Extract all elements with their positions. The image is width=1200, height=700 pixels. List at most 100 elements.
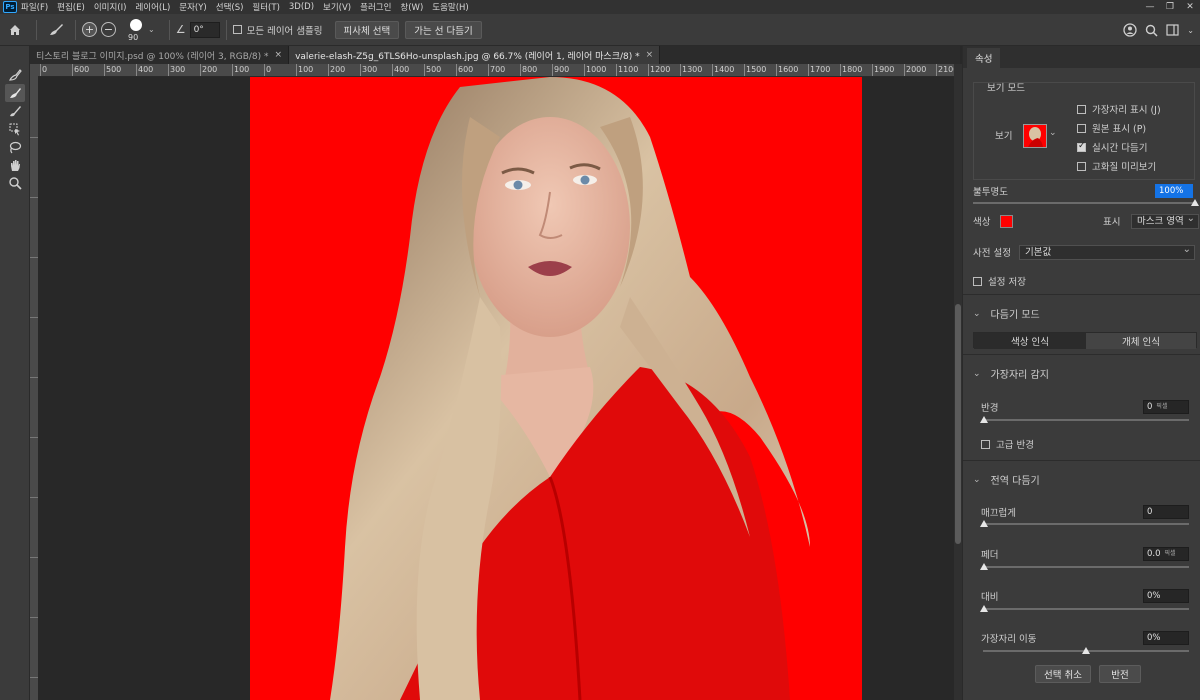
menu-view[interactable]: 보기(V) [323, 1, 351, 13]
ruler-label: 900 [554, 65, 570, 74]
minimize-button[interactable]: — [1140, 0, 1160, 14]
ruler-tick [808, 64, 809, 76]
show-original-checkbox[interactable] [1077, 123, 1086, 133]
color-aware-option[interactable]: 색상 인식 [974, 333, 1086, 349]
document-image[interactable] [250, 77, 862, 700]
object-aware-option[interactable]: 개체 인식 [1085, 333, 1196, 349]
tab-blog-image-psd[interactable]: 티스토리 블로그 이미지.psd @ 100% (레이어 3, RGB/8) *… [30, 46, 290, 64]
contrast-input[interactable]: 0% [1143, 589, 1189, 603]
canvas-scrollbar[interactable] [954, 64, 962, 700]
preset-dropdown[interactable]: 기본값 [1019, 243, 1195, 260]
menu-window[interactable]: 창(W) [400, 1, 423, 13]
ruler-tick [136, 64, 137, 76]
tab-properties[interactable]: 속성 [967, 48, 1001, 68]
smart-radius-checkbox[interactable] [981, 439, 990, 449]
realtime-refine-checkbox[interactable] [1077, 141, 1086, 152]
menu-edit[interactable]: 편집(E) [57, 1, 85, 13]
menu-filter[interactable]: 필터(T) [252, 1, 279, 13]
select-subject-button[interactable]: 피사체 선택 [334, 20, 400, 39]
refine-mode-header[interactable]: ⌄ 다듬기 모드 [973, 306, 1040, 322]
feather-slider-thumb[interactable] [980, 563, 988, 570]
realtime-refine-label: 실시간 다듬기 [1092, 143, 1148, 154]
hand-tool-icon[interactable] [5, 156, 25, 174]
radius-slider[interactable] [983, 419, 1189, 421]
ruler-tick [680, 64, 681, 76]
tab-unsplash-jpg[interactable]: valerie-elash-Z5g_6TLS6Ho-unsplash.jpg @… [289, 46, 661, 64]
ruler-tick [200, 64, 201, 76]
home-icon[interactable] [0, 14, 30, 46]
account-icon[interactable] [1123, 23, 1137, 37]
ruler-tick [264, 64, 265, 76]
invert-button[interactable]: 반전 [1099, 665, 1141, 683]
radius-slider-thumb[interactable] [980, 416, 988, 423]
save-settings-checkbox[interactable] [973, 276, 982, 286]
view-mode-thumbnail[interactable] [1023, 124, 1047, 148]
refine-edge-brush-icon[interactable] [43, 22, 69, 38]
menu-help[interactable]: 도움말(H) [432, 1, 468, 13]
tab-close-icon[interactable]: × [646, 50, 654, 60]
smooth-slider[interactable] [983, 523, 1189, 525]
search-icon[interactable] [1145, 24, 1158, 37]
opacity-slider[interactable] [973, 202, 1195, 204]
contrast-slider-thumb[interactable] [980, 605, 988, 612]
add-to-selection-icon[interactable]: + [82, 22, 97, 37]
ruler-label: 1900 [874, 65, 895, 74]
sample-all-layers-checkbox[interactable] [232, 25, 242, 34]
menu-image[interactable]: 이미지(I) [94, 1, 127, 13]
ruler-tick [584, 64, 585, 76]
menu-plugins[interactable]: 플러그인 [360, 1, 391, 13]
shift-edge-slider-thumb[interactable] [1082, 647, 1090, 654]
contrast-slider[interactable] [983, 608, 1189, 610]
workspace-chevron-icon[interactable]: ⌄ [1187, 26, 1194, 35]
menu-type[interactable]: 문자(Y) [179, 1, 206, 13]
document-tabs: 티스토리 블로그 이미지.psd @ 100% (레이어 3, RGB/8) *… [30, 46, 960, 64]
feather-value: 0.0 [1147, 549, 1161, 559]
hq-preview-checkbox[interactable] [1077, 161, 1086, 171]
edge-detection-header[interactable]: ⌄ 가장자리 감지 [973, 366, 1049, 382]
ruler-tick [936, 64, 937, 76]
brush-size-value: 90 [128, 32, 139, 42]
ruler-label: 800 [522, 65, 538, 74]
view-label: 보기 [995, 131, 1013, 142]
brush-tool-icon[interactable] [5, 102, 25, 120]
ruler-label: 1600 [778, 65, 799, 74]
close-button[interactable]: ✕ [1180, 0, 1200, 14]
feather-input[interactable]: 0.0 픽셀 [1143, 547, 1189, 561]
ruler-tick [168, 64, 169, 76]
radius-input[interactable]: 0 픽셀 [1143, 400, 1189, 414]
show-edge-checkbox[interactable] [1077, 104, 1086, 114]
view-mode-chevron-icon[interactable]: ⌄ [1049, 128, 1057, 138]
ruler-tick [296, 64, 297, 76]
opacity-input[interactable]: 100% [1155, 184, 1193, 198]
canvas-area[interactable] [38, 77, 954, 700]
display-dropdown[interactable]: 마스크 영역 [1131, 212, 1199, 229]
shift-edge-input[interactable]: 0% [1143, 631, 1189, 645]
menu-3d[interactable]: 3D(D) [289, 2, 314, 12]
workspace-icon[interactable] [1166, 24, 1179, 36]
lasso-tool-icon[interactable] [5, 138, 25, 156]
zoom-tool-icon[interactable] [5, 174, 25, 192]
refine-edge-brush-tool-icon[interactable] [5, 84, 25, 102]
refine-hair-button[interactable]: 가는 선 다듬기 [405, 20, 482, 39]
angle-input[interactable]: 0° [189, 21, 220, 38]
chevron-down-icon[interactable]: ⌄ [148, 25, 155, 34]
global-refinements-header[interactable]: ⌄ 전역 다듬기 [973, 472, 1040, 488]
mask-color-swatch[interactable] [1000, 214, 1014, 228]
opacity-slider-thumb[interactable] [1191, 199, 1199, 206]
tab-close-icon[interactable]: × [275, 50, 283, 60]
feather-slider[interactable] [983, 566, 1189, 568]
ruler-label: 300 [170, 65, 186, 74]
brush-size-picker[interactable]: 90 [126, 17, 148, 43]
deselect-button[interactable]: 선택 취소 [1035, 665, 1091, 683]
menu-select[interactable]: 선택(S) [216, 1, 244, 13]
restore-button[interactable]: ❐ [1160, 0, 1180, 14]
color-label: 색상 [973, 217, 991, 228]
menu-layer[interactable]: 레이어(L) [135, 1, 170, 13]
quick-selection-tool-icon[interactable] [5, 66, 25, 84]
smooth-input[interactable]: 0 [1143, 505, 1189, 519]
menu-file[interactable]: 파일(F) [21, 1, 48, 13]
object-selection-tool-icon[interactable] [5, 120, 25, 138]
scrollbar-thumb[interactable] [955, 304, 961, 544]
subtract-from-selection-icon[interactable]: − [101, 22, 116, 37]
smooth-slider-thumb[interactable] [980, 520, 988, 527]
